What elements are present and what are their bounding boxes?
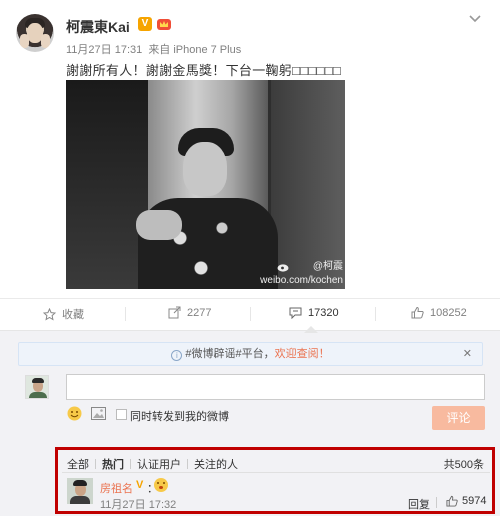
post-meta: 11月27日 17:31 来自 iPhone 7 Plus: [66, 41, 244, 57]
member-crown-icon[interactable]: [156, 16, 172, 32]
filter-all[interactable]: 全部: [67, 456, 95, 472]
verified-badge-icon: V: [138, 17, 152, 31]
rumor-notice-banner[interactable]: i #微博辟谣#平台，欢迎查阅！ ✕: [18, 342, 483, 366]
post-source: iPhone 7 Plus: [173, 44, 242, 56]
comment-total: 共500条: [443, 459, 484, 471]
watermark-url: weibo.com/kochen: [260, 275, 343, 286]
post-text: 謝謝所有人！謝謝金馬獎！下台一鞠躬□□□□□□: [66, 63, 342, 78]
commenter-verified-icon: V: [136, 479, 144, 491]
also-repost-checkbox[interactable]: [116, 409, 127, 420]
like-count: 108252: [430, 306, 467, 319]
chevron-down-icon[interactable]: [468, 14, 482, 24]
notice-link[interactable]: 欢迎查阅！: [275, 348, 330, 360]
favorite-button[interactable]: 收藏: [43, 306, 84, 322]
divider: [375, 307, 376, 321]
divider: [125, 307, 126, 321]
comment-button[interactable]: 17320: [289, 306, 339, 319]
post-timestamp[interactable]: 11月27日 17:31: [66, 44, 142, 56]
star-icon: [43, 307, 56, 321]
author-name[interactable]: 柯震東Kai: [66, 17, 130, 37]
repost-icon: [168, 306, 181, 319]
emoji-icon[interactable]: [67, 406, 82, 421]
comment-pointer: [304, 326, 318, 333]
comment-like-button[interactable]: 5974: [446, 495, 486, 507]
thumbs-up-icon: [411, 306, 424, 319]
info-icon: i: [171, 350, 183, 361]
comment-count: 17320: [308, 306, 339, 319]
divider: [436, 497, 437, 508]
author-avatar[interactable]: [16, 14, 54, 52]
favorite-label: 收藏: [62, 309, 84, 321]
like-button[interactable]: 108252: [411, 306, 467, 319]
filter-verified[interactable]: 认证用户: [131, 456, 187, 472]
comment-time: 11月27日 17:32: [100, 499, 177, 511]
comment-filter-tabs: 全部 热门 认证用户 关注的人: [67, 456, 244, 472]
reply-button[interactable]: 回复: [408, 496, 430, 512]
divider: [250, 307, 251, 321]
post-source-prefix: 来自: [148, 44, 171, 56]
post-photo[interactable]: @柯震 weibo.com/kochen: [66, 80, 345, 289]
image-upload-icon[interactable]: [91, 407, 106, 420]
action-bar: 收藏 2277 17320 108252: [0, 298, 500, 328]
repost-button[interactable]: 2277: [168, 306, 211, 319]
current-user-avatar[interactable]: [25, 375, 49, 399]
kiss-emoji-icon: [154, 478, 168, 492]
watermark-name: @柯震: [312, 261, 343, 272]
repost-count: 2277: [187, 306, 212, 319]
commenter-name[interactable]: 房祖名: [100, 480, 133, 496]
comment-icon: [289, 307, 302, 319]
thumbs-up-icon: [446, 495, 458, 507]
filter-hot[interactable]: 热门: [96, 456, 130, 472]
commenter-avatar[interactable]: [67, 478, 93, 504]
comment-input[interactable]: [66, 374, 485, 400]
filter-following[interactable]: 关注的人: [188, 456, 244, 472]
weibo-logo-icon: [277, 264, 289, 272]
divider: [62, 472, 490, 473]
weibo-post-card: 柯震東Kai V 11月27日 17:31 来自 iPhone 7 Plus 謝謝…: [0, 0, 500, 516]
close-icon[interactable]: ✕: [463, 343, 472, 365]
comment-like-count: 5974: [462, 495, 487, 507]
submit-comment-button[interactable]: 评论: [432, 406, 485, 430]
also-repost-label: 同时转发到我的微博: [130, 411, 229, 423]
notice-text: #微博辟谣#平台，: [185, 348, 275, 360]
